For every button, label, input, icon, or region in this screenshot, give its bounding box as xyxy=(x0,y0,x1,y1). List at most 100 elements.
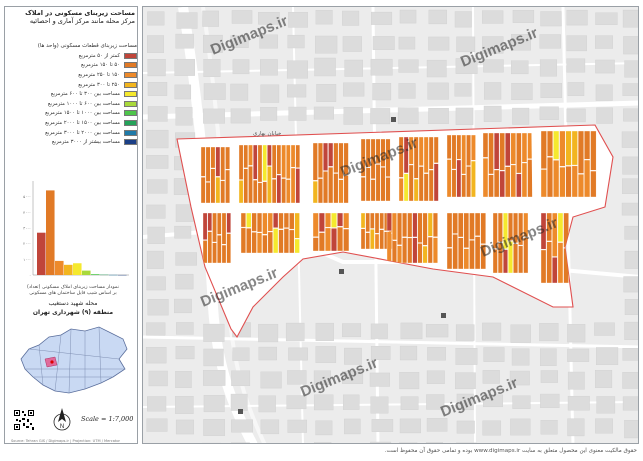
map-title: مساحت زیربنای مسکونی در املاک مرکز محله … xyxy=(25,9,135,25)
parcel xyxy=(584,159,591,198)
parcel xyxy=(240,212,246,228)
parcel xyxy=(337,226,344,252)
parcel xyxy=(577,130,584,174)
parcel xyxy=(408,164,414,202)
parcel xyxy=(225,146,230,170)
north-letter: N xyxy=(60,424,64,430)
parcel xyxy=(402,212,408,238)
background-block xyxy=(231,442,250,443)
parcel xyxy=(428,169,434,202)
background-block xyxy=(621,202,638,216)
legend-item: ۲۵۰ تا ۳۰۰ مترمربع xyxy=(11,80,137,90)
watermark-text: Digimaps.ir xyxy=(298,354,380,400)
background-block xyxy=(315,346,337,363)
parcel xyxy=(317,178,323,204)
parcel xyxy=(516,173,522,198)
parcel xyxy=(325,212,331,228)
parcel xyxy=(510,164,516,198)
parcel xyxy=(503,249,508,274)
parcel xyxy=(248,166,253,204)
parcel xyxy=(451,169,457,198)
parcel xyxy=(365,232,370,250)
background-block xyxy=(146,418,168,432)
map-canvas[interactable]: خیابان بهاری Digimaps.ir Digimaps.ir Digim… xyxy=(142,6,639,444)
background-block xyxy=(567,395,590,411)
map-svg[interactable]: خیابان بهاری Digimaps.ir Digimaps.irDigim… xyxy=(143,7,639,444)
background-block xyxy=(148,370,168,387)
parcel xyxy=(246,212,252,228)
district-label: محله شهید دستغیب منطقه (۹) شهرداری تهران xyxy=(32,300,114,316)
parcel xyxy=(386,231,392,264)
background-block xyxy=(258,395,276,413)
parcel xyxy=(365,212,370,233)
parcel xyxy=(278,212,284,230)
background-block xyxy=(455,107,474,125)
legend-list: کمتر از ۵۰ مترمربع ۵۰ تا ۱۵۰ مترمربع ۱۵۰ ت… xyxy=(11,51,137,147)
parcel xyxy=(428,136,434,170)
background-block xyxy=(342,10,360,26)
parcel xyxy=(215,146,221,177)
y-tick-label: ۲۰۰۰ xyxy=(23,242,31,246)
parcel xyxy=(547,130,553,157)
parcel xyxy=(482,158,489,198)
parcel xyxy=(403,173,409,202)
background-block xyxy=(624,299,638,315)
background-block xyxy=(567,348,590,362)
background-block xyxy=(624,250,638,269)
parcel xyxy=(516,132,522,174)
histogram-bar xyxy=(55,260,64,275)
background-block xyxy=(147,299,169,316)
background-block xyxy=(483,347,505,362)
map-footer-tools: N Scale = 1:7,000 Source: Tehran GIS / D… xyxy=(11,405,135,445)
background-block xyxy=(175,252,197,266)
background-block xyxy=(566,58,586,73)
background-block xyxy=(176,12,198,29)
parcel xyxy=(273,212,279,228)
parcel xyxy=(262,234,268,254)
parcel xyxy=(546,241,552,284)
legend-label: مساحت بین ۲۰۰۰ تا ۳۰۰۰ مترمربع xyxy=(45,129,120,136)
parcel xyxy=(281,178,286,204)
background-block xyxy=(624,420,638,439)
background-block xyxy=(173,298,192,314)
background-block xyxy=(454,372,476,390)
background-block xyxy=(371,418,394,432)
background-block xyxy=(232,59,250,75)
parcel xyxy=(248,144,253,166)
legend-label: ۵۰ تا ۱۵۰ مترمربع xyxy=(81,62,120,69)
parcel xyxy=(243,144,249,169)
background-block xyxy=(146,129,169,149)
background-block xyxy=(314,442,332,443)
background-block xyxy=(622,348,638,361)
parcel xyxy=(482,132,489,158)
background-block xyxy=(397,107,419,125)
background-block xyxy=(456,442,477,443)
scale-label: Scale = 1:7,000 xyxy=(81,415,134,423)
background-block xyxy=(369,372,390,387)
background-block xyxy=(482,10,504,24)
parcel xyxy=(333,173,339,204)
background-block xyxy=(566,108,586,123)
street-label-top: خیابان بهاری xyxy=(253,131,281,137)
parcel xyxy=(466,166,471,198)
background-block xyxy=(231,10,253,24)
background-block xyxy=(426,370,445,384)
background-block xyxy=(286,60,308,79)
background-block xyxy=(510,324,531,343)
parcel xyxy=(212,212,217,243)
parcel xyxy=(226,212,231,233)
parcel xyxy=(540,169,547,198)
parcel xyxy=(253,144,258,180)
legend-heading: مساحت زیربنای قطعات مسکونی (واحد ها) xyxy=(37,43,137,49)
parcel xyxy=(207,231,213,264)
background-block xyxy=(456,420,475,434)
background-block xyxy=(622,83,638,96)
parcel xyxy=(200,176,206,204)
parcel xyxy=(276,144,282,175)
legend-item: مساحت بین ۲۰۰۰ تا ۳۰۰۰ مترمربع xyxy=(11,128,137,138)
background-block xyxy=(539,59,557,77)
parcel xyxy=(257,182,263,204)
parcel xyxy=(267,166,272,204)
parcel xyxy=(294,238,300,254)
background-block xyxy=(539,106,559,120)
